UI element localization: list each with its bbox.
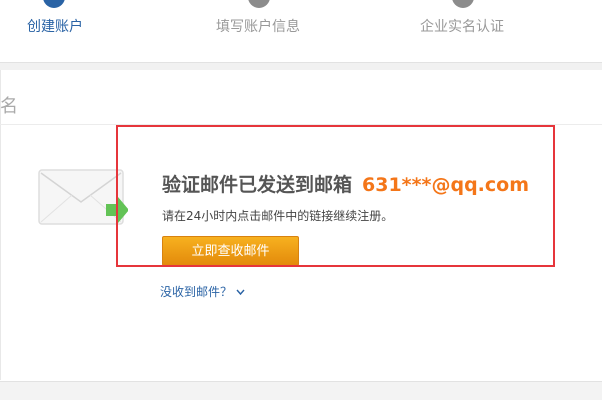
email-not-received-link[interactable]: 没收到邮件？ — [160, 283, 245, 300]
step-marker-icon — [248, 0, 270, 8]
section-gap — [0, 63, 602, 70]
highlight-box — [116, 125, 555, 267]
steps-header: 创建账户 填写账户信息 企业实名认证 — [0, 0, 602, 62]
not-received-label: 没收到邮件？ — [160, 285, 233, 299]
chevron-down-icon — [236, 289, 245, 296]
step-marker-icon — [452, 0, 474, 8]
envelope-icon — [38, 168, 129, 228]
step-label: 填写账户信息 — [216, 19, 300, 35]
step-marker-icon — [43, 0, 65, 8]
section-title: 名 — [0, 96, 18, 117]
step-label: 创建账户 — [27, 19, 83, 35]
step-label: 企业实名认证 — [420, 19, 504, 35]
footer-band — [0, 381, 602, 400]
